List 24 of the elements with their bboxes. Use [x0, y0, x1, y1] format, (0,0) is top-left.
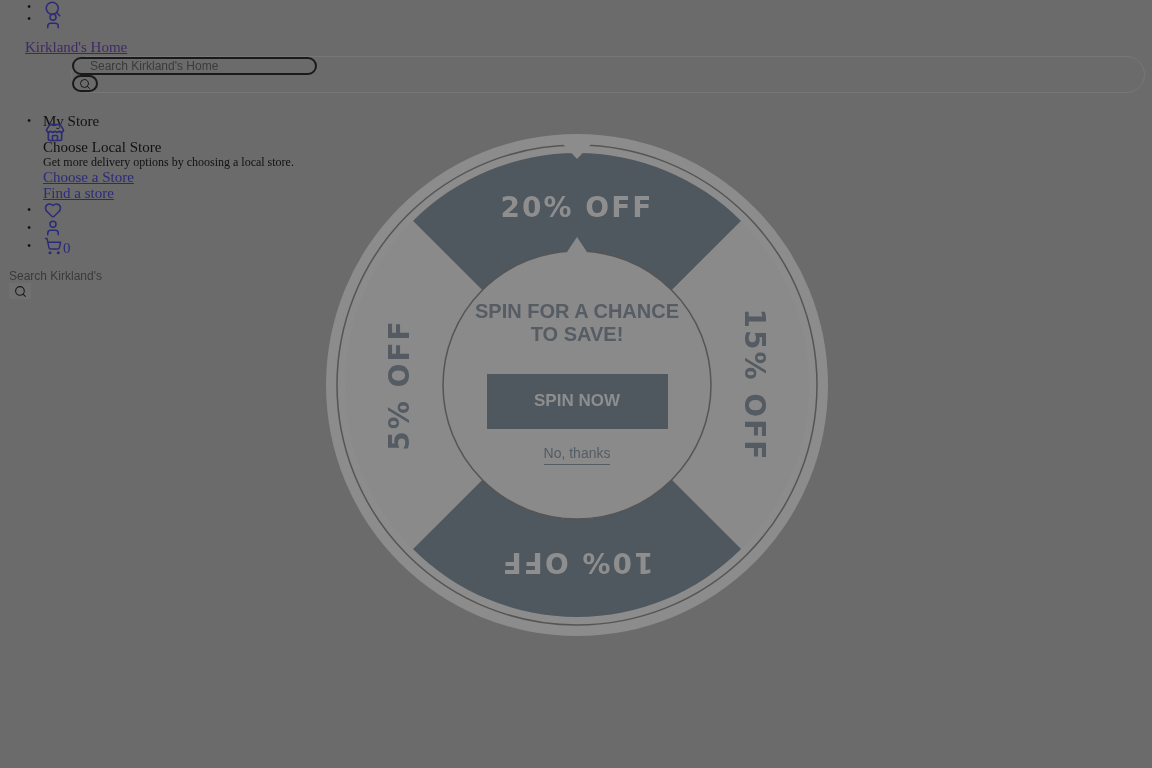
wheel-segment: 10% OFF: [412, 479, 742, 617]
search-icon: [79, 77, 91, 90]
store-heading: Choose Local Store: [43, 139, 162, 155]
site-link[interactable]: Kirkland's Home: [25, 39, 128, 55]
cart-count: 0: [63, 241, 71, 255]
cart-icon[interactable]: [43, 237, 63, 255]
spin-button[interactable]: SPIN NOW: [486, 373, 668, 429]
search-button[interactable]: [72, 75, 98, 92]
pointer-icon: [562, 143, 592, 159]
search-button[interactable]: [9, 283, 31, 299]
pointer-icon: [567, 237, 587, 252]
wheel-segment: 20% OFF: [412, 153, 742, 291]
search-icon[interactable]: [43, 0, 63, 18]
search-icon: [13, 284, 27, 298]
list-bullet: •: [27, 203, 33, 217]
list-bullet: •: [27, 221, 33, 235]
heart-icon[interactable]: [43, 201, 63, 219]
list-bullet: •: [27, 13, 33, 25]
store-link[interactable]: Choose a Store: [43, 169, 134, 185]
list-bullet: •: [27, 239, 33, 253]
list-bullet: •: [27, 1, 33, 13]
store-link[interactable]: Find a store: [43, 185, 114, 201]
list-bullet: •: [27, 113, 33, 129]
store-description: Get more delivery options by choosing a local store.: [43, 155, 294, 169]
